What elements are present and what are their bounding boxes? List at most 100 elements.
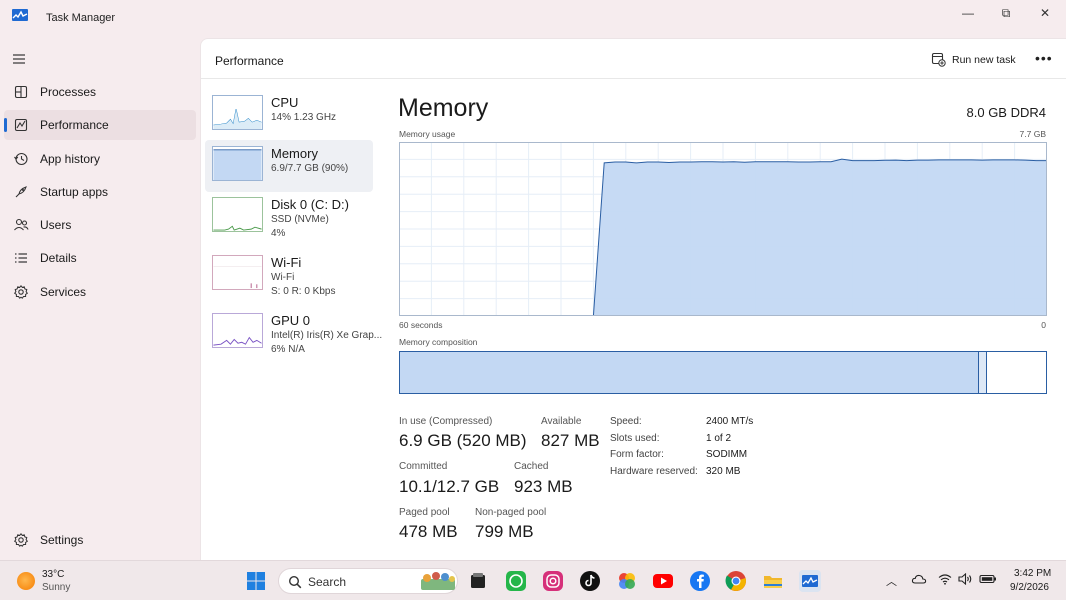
paged-pool-value: 478 MB bbox=[399, 522, 458, 541]
youtube-icon[interactable] bbox=[652, 570, 674, 592]
battery-icon[interactable] bbox=[979, 573, 997, 585]
memory-heading: Memory bbox=[398, 94, 489, 122]
onedrive-cloud-icon[interactable] bbox=[911, 573, 927, 585]
composition-in-use bbox=[400, 352, 979, 393]
wifi-icon[interactable] bbox=[938, 573, 952, 585]
run-task-icon bbox=[931, 52, 946, 67]
resource-item-gpu[interactable]: GPU 0 Intel(R) Iris(R) Xe Grap... 6% N/A bbox=[205, 307, 382, 359]
resource-detail: S: 0 R: 0 Kbps bbox=[271, 286, 336, 297]
window-title: Task Manager bbox=[46, 12, 116, 24]
sidebar-item-label: Processes bbox=[40, 85, 97, 99]
nonpaged-pool-value: 799 MB bbox=[475, 522, 534, 541]
processes-icon bbox=[14, 85, 28, 99]
more-options-button[interactable]: ••• bbox=[1035, 50, 1053, 66]
cached-label: Cached bbox=[514, 461, 549, 472]
clock-date[interactable]: 9/2/2026 bbox=[1010, 582, 1049, 593]
search-label: Search bbox=[308, 575, 347, 589]
gpu-thumbnail bbox=[212, 313, 263, 348]
task-manager-taskbar-icon[interactable] bbox=[799, 570, 821, 592]
sidebar-item-details[interactable]: Details bbox=[4, 243, 196, 273]
services-gear-icon bbox=[13, 285, 29, 299]
spec-label: Speed: bbox=[610, 416, 642, 427]
spec-label: Form factor: bbox=[610, 449, 664, 460]
show-hidden-icons-chevron-up-icon[interactable]: ︿ bbox=[886, 573, 897, 589]
sidebar-item-processes[interactable]: Processes bbox=[4, 77, 196, 107]
graph-time-end: 0 bbox=[1041, 320, 1046, 330]
minimize-button[interactable]: — bbox=[953, 5, 983, 21]
wifi-thumbnail bbox=[212, 255, 263, 290]
hamburger-menu-icon[interactable] bbox=[11, 52, 27, 66]
graph-time-start: 60 seconds bbox=[399, 320, 443, 330]
resource-name: Disk 0 (C: D:) bbox=[271, 197, 349, 212]
panel-header: Performance Run new task ••• bbox=[201, 39, 1066, 79]
taskbar-search[interactable]: Search bbox=[278, 568, 458, 594]
windows-start-icon[interactable] bbox=[245, 570, 267, 592]
file-manager-icon[interactable] bbox=[467, 570, 489, 592]
file-explorer-icon[interactable] bbox=[762, 570, 784, 592]
in-use-label: In use (Compressed) bbox=[399, 416, 493, 427]
memory-usage-graph bbox=[399, 142, 1047, 316]
resource-item-disk[interactable]: Disk 0 (C: D:) SSD (NVMe) 4% bbox=[205, 191, 373, 243]
photos-icon[interactable] bbox=[616, 570, 638, 592]
resource-item-cpu[interactable]: CPU 14% 1.23 GHz bbox=[205, 89, 373, 141]
memory-usage-label: Memory usage bbox=[399, 129, 456, 139]
resource-detail: 6% N/A bbox=[271, 344, 305, 355]
memory-composition-label: Memory composition bbox=[399, 337, 478, 347]
taskbar: 33°C Sunny Search ︿ 3:42 PM 9/2/2026 bbox=[0, 560, 1066, 600]
resource-detail: SSD (NVMe) bbox=[271, 214, 329, 225]
weather-temperature[interactable]: 33°C bbox=[42, 569, 64, 580]
weather-condition[interactable]: Sunny bbox=[42, 582, 70, 593]
resource-detail: Intel(R) Iris(R) Xe Grap... bbox=[271, 330, 383, 341]
search-highlight-icon bbox=[421, 572, 455, 590]
sidebar-item-startup-apps[interactable]: Startup apps bbox=[4, 177, 196, 207]
instagram-icon[interactable] bbox=[542, 570, 564, 592]
tiktok-icon[interactable] bbox=[579, 570, 601, 592]
whatsapp-icon[interactable] bbox=[505, 570, 527, 592]
in-use-value: 6.9 GB (520 MB) bbox=[399, 431, 527, 450]
resource-item-memory[interactable]: Memory 6.9/7.7 GB (90%) bbox=[205, 140, 373, 192]
resource-item-wifi[interactable]: Wi-Fi Wi-Fi S: 0 R: 0 Kbps bbox=[205, 249, 373, 301]
resource-detail: 4% bbox=[271, 228, 286, 239]
resource-detail: 6.9/7.7 GB (90%) bbox=[271, 163, 349, 174]
resource-detail: 14% 1.23 GHz bbox=[271, 112, 337, 123]
spec-value: SODIMM bbox=[706, 449, 748, 460]
committed-label: Committed bbox=[399, 461, 448, 472]
sidebar-item-performance[interactable]: Performance bbox=[4, 110, 196, 140]
page-title: Performance bbox=[215, 54, 284, 68]
resource-name: Memory bbox=[271, 146, 318, 161]
spec-value: 320 MB bbox=[706, 466, 741, 477]
sidebar-item-services[interactable]: Services bbox=[4, 277, 196, 307]
committed-value: 10.1/12.7 GB bbox=[399, 477, 500, 496]
sidebar: Processes Performance App history Startu… bbox=[0, 38, 200, 560]
users-icon bbox=[14, 218, 29, 231]
sidebar-item-label: Services bbox=[40, 285, 87, 299]
chrome-icon[interactable] bbox=[725, 570, 747, 592]
active-indicator bbox=[4, 118, 7, 132]
facebook-icon[interactable] bbox=[689, 570, 711, 592]
volume-speaker-icon[interactable] bbox=[958, 573, 973, 585]
resource-detail: Wi-Fi bbox=[271, 272, 295, 283]
resource-name: GPU 0 bbox=[271, 313, 311, 328]
sidebar-item-settings[interactable]: Settings bbox=[4, 525, 196, 555]
clock-time[interactable]: 3:42 PM bbox=[1014, 568, 1051, 579]
sidebar-item-label: Performance bbox=[40, 118, 109, 132]
performance-icon bbox=[14, 118, 28, 132]
memory-spec: 8.0 GB DDR4 bbox=[966, 105, 1046, 120]
paged-pool-label: Paged pool bbox=[399, 507, 450, 518]
memory-composition-bar bbox=[399, 351, 1047, 394]
close-button[interactable]: ✕ bbox=[1030, 5, 1060, 21]
spec-value: 2400 MT/s bbox=[706, 416, 754, 427]
sidebar-item-users[interactable]: Users bbox=[4, 210, 196, 240]
sidebar-item-app-history[interactable]: App history bbox=[4, 144, 196, 174]
main-panel: Performance Run new task ••• CPU 14% 1.2… bbox=[200, 38, 1066, 560]
sidebar-item-label: Settings bbox=[40, 533, 84, 547]
resource-name: Wi-Fi bbox=[271, 255, 302, 270]
maximize-button[interactable]: ⧉ bbox=[991, 5, 1021, 21]
resource-name: CPU bbox=[271, 95, 299, 110]
cached-value: 923 MB bbox=[514, 477, 573, 496]
cpu-thumbnail bbox=[212, 95, 263, 130]
sun-weather-icon[interactable] bbox=[17, 572, 35, 590]
sidebar-item-label: Details bbox=[40, 251, 77, 265]
available-value: 827 MB bbox=[541, 431, 600, 450]
available-label: Available bbox=[541, 416, 582, 427]
